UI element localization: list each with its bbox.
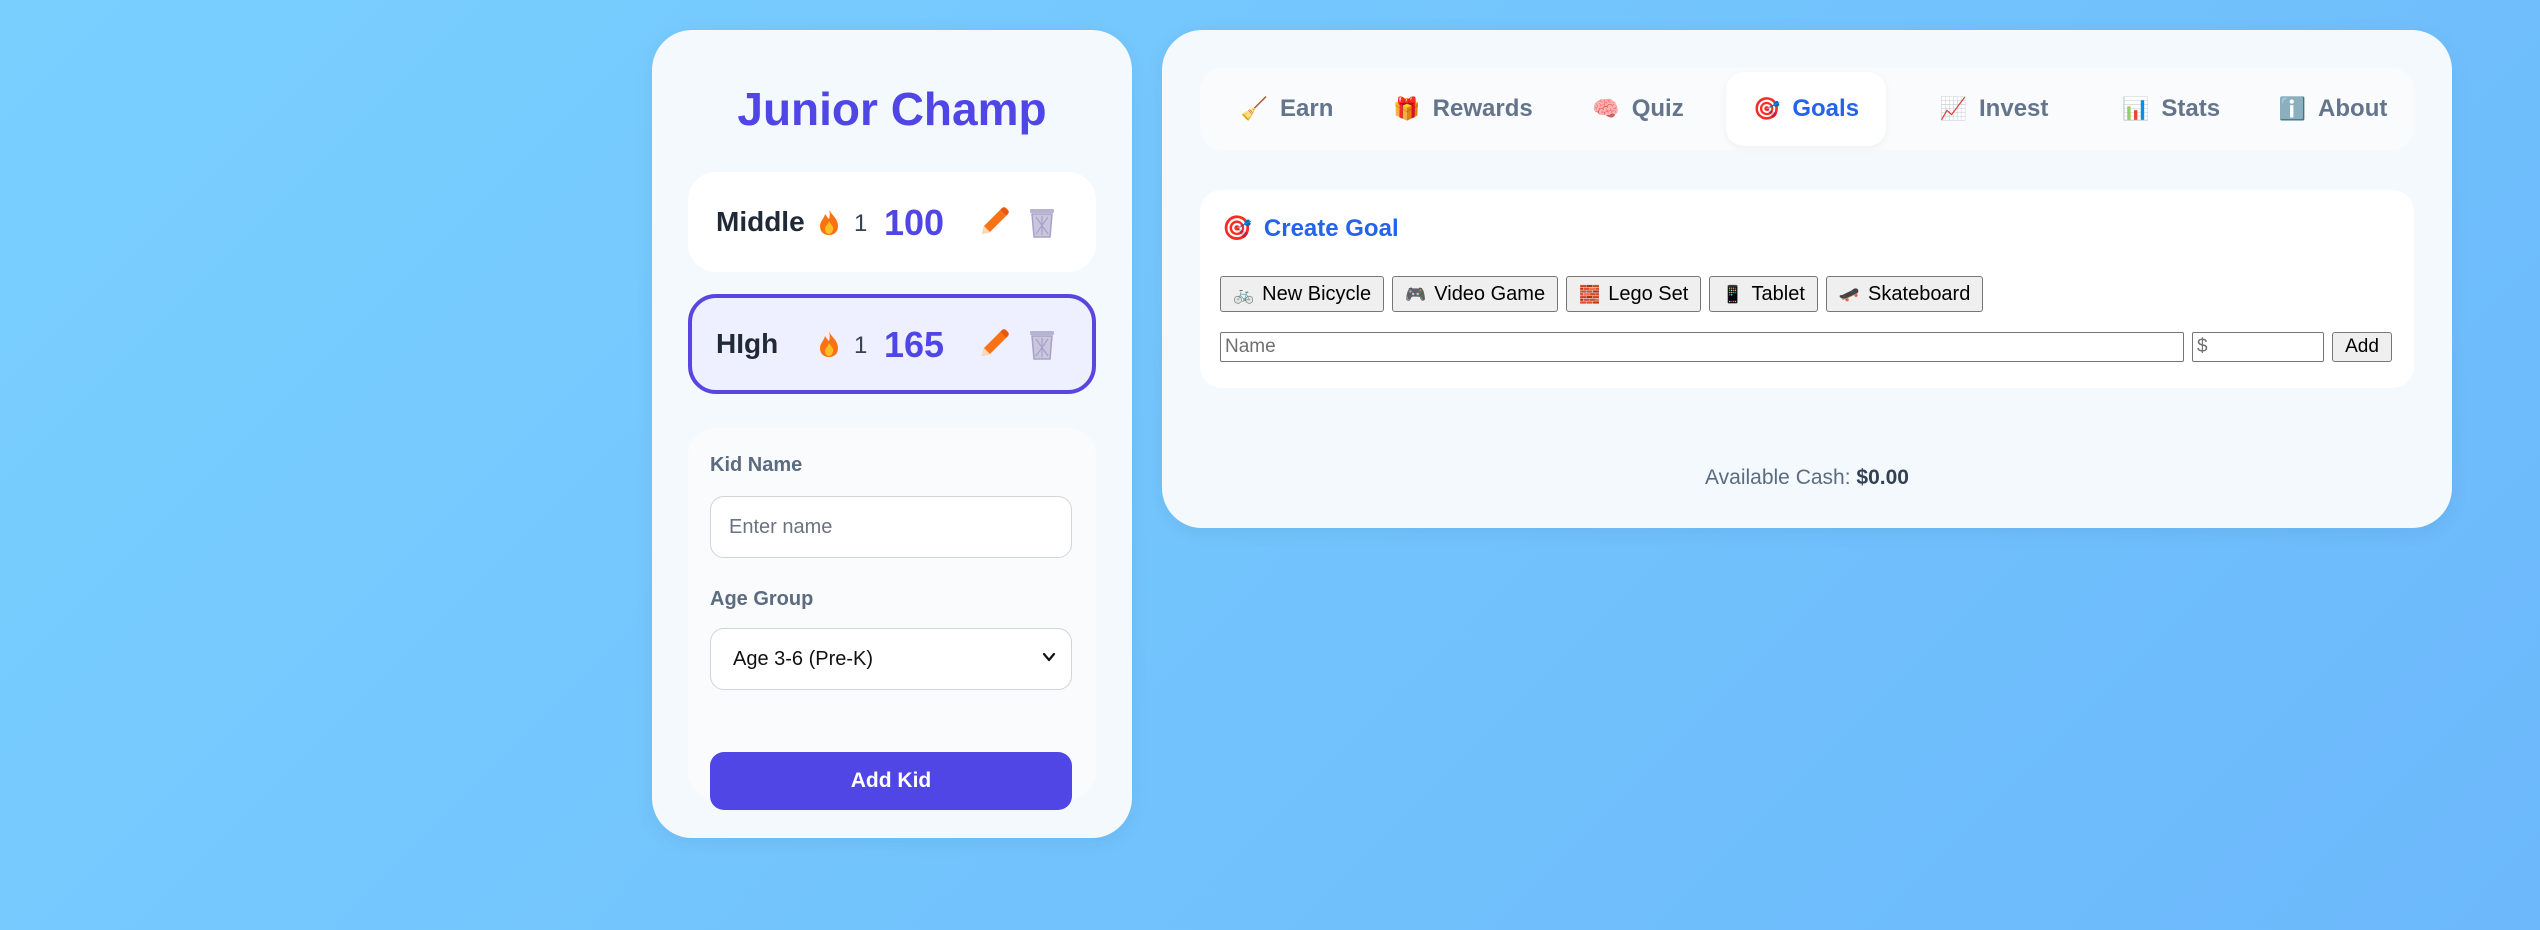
bar-chart-icon: 📊	[2121, 96, 2150, 121]
tab-invest[interactable]: 📈 Invest	[1912, 72, 2076, 146]
tab-label: Stats	[2161, 95, 2221, 122]
streak-count: 1	[854, 332, 868, 359]
available-cash-label: Available Cash:	[1705, 466, 1851, 489]
goal-amount-input[interactable]	[2192, 332, 2324, 362]
tab-rewards[interactable]: 🎁 Rewards	[1374, 72, 1552, 146]
preset-label: New Bicycle	[1262, 282, 1372, 305]
info-icon: ℹ️	[2278, 96, 2307, 121]
edit-icon[interactable]	[978, 328, 1010, 360]
age-group-select[interactable]: Age 3-6 (Pre-K)	[710, 628, 1072, 690]
app-title: Junior Champ	[737, 83, 1047, 135]
tab-earn[interactable]: 🧹 Earn	[1222, 72, 1352, 146]
tab-label: Invest	[1979, 95, 2049, 122]
kids-panel: Junior Champ Middle 1 100 HIgh 1 165 Kid…	[652, 30, 1132, 838]
preset-label: Lego Set	[1608, 282, 1689, 305]
preset-new-bicycle[interactable]: 🚲 New Bicycle	[1220, 276, 1385, 312]
target-icon: 🎯	[1752, 96, 1781, 121]
tab-label: Quiz	[1631, 95, 1684, 122]
kid-name: Middle	[716, 206, 805, 237]
create-goal-card: 🎯 Create Goal 🚲 New Bicycle 🎮 Video Game…	[1200, 190, 2414, 388]
tab-label: About	[2318, 95, 2388, 122]
edit-icon[interactable]	[978, 206, 1010, 238]
target-icon: 🎯	[1222, 215, 1252, 242]
preset-video-game[interactable]: 🎮 Video Game	[1392, 276, 1559, 312]
preset-label: Skateboard	[1868, 282, 1971, 305]
available-cash-value: $0.00	[1856, 466, 1909, 489]
preset-skateboard[interactable]: 🛹 Skateboard	[1825, 276, 1984, 312]
kid-card-high[interactable]: HIgh 1 165	[688, 294, 1096, 394]
chart-increasing-icon: 📈	[1939, 96, 1968, 121]
goal-presets: 🚲 New Bicycle 🎮 Video Game 🧱 Lego Set 📱 …	[1220, 276, 1984, 312]
tab-stats[interactable]: 📊 Stats	[2096, 72, 2246, 146]
tablet-icon: 📱	[1722, 284, 1744, 304]
create-goal-title: Create Goal	[1263, 214, 1399, 242]
tab-quiz[interactable]: 🧠 Quiz	[1574, 72, 1702, 146]
add-kid-button[interactable]: Add Kid	[710, 752, 1072, 810]
brain-icon: 🧠	[1592, 96, 1620, 121]
kid-name: HIgh	[716, 328, 779, 359]
age-group-value: Age 3-6 (Pre-K)	[733, 648, 874, 670]
streak-count: 1	[854, 210, 868, 237]
skateboard-icon: 🛹	[1838, 284, 1861, 304]
preset-label: Tablet	[1751, 282, 1805, 305]
add-kid-form: Kid Name Age Group Age 3-6 (Pre-K) Add K…	[688, 428, 1096, 810]
points-total: 165	[884, 324, 945, 365]
gift-icon: 🎁	[1393, 96, 1421, 121]
tab-label: Rewards	[1432, 95, 1533, 122]
available-cash: Available Cash: $0.00	[1162, 466, 2452, 490]
tab-bar: 🧹 Earn 🎁 Rewards 🧠 Quiz 🎯 Goals 📈 Invest…	[1200, 68, 2414, 150]
main-panel: 🧹 Earn 🎁 Rewards 🧠 Quiz 🎯 Goals 📈 Invest…	[1162, 30, 2452, 528]
kid-name-label: Kid Name	[710, 454, 803, 476]
tab-goals[interactable]: 🎯 Goals	[1726, 72, 1886, 146]
add-goal-button[interactable]: Add	[2332, 332, 2392, 362]
fire-icon	[820, 209, 838, 235]
trash-icon[interactable]	[1028, 205, 1056, 239]
game-controller-icon: 🎮	[1405, 284, 1427, 304]
preset-tablet[interactable]: 📱 Tablet	[1709, 276, 1818, 312]
preset-label: Video Game	[1434, 282, 1546, 305]
bicycle-icon: 🚲	[1233, 284, 1255, 304]
points-total: 100	[884, 202, 945, 243]
kid-name-input[interactable]	[710, 496, 1072, 558]
fire-icon	[820, 331, 838, 357]
tab-about[interactable]: ℹ️ About	[2266, 72, 2400, 146]
trash-icon[interactable]	[1028, 327, 1056, 361]
tab-label: Earn	[1280, 95, 1334, 122]
create-goal-heading: 🎯 Create Goal	[1222, 214, 1399, 243]
goal-name-input[interactable]	[1220, 332, 2184, 362]
preset-lego-set[interactable]: 🧱 Lego Set	[1566, 276, 1702, 312]
chevron-down-icon	[1042, 652, 1056, 662]
tab-label: Goals	[1792, 95, 1860, 122]
brick-icon: 🧱	[1579, 284, 1601, 304]
broom-icon: 🧹	[1240, 96, 1269, 121]
kid-card-middle[interactable]: Middle 1 100	[688, 172, 1096, 272]
age-group-label: Age Group	[710, 588, 814, 610]
